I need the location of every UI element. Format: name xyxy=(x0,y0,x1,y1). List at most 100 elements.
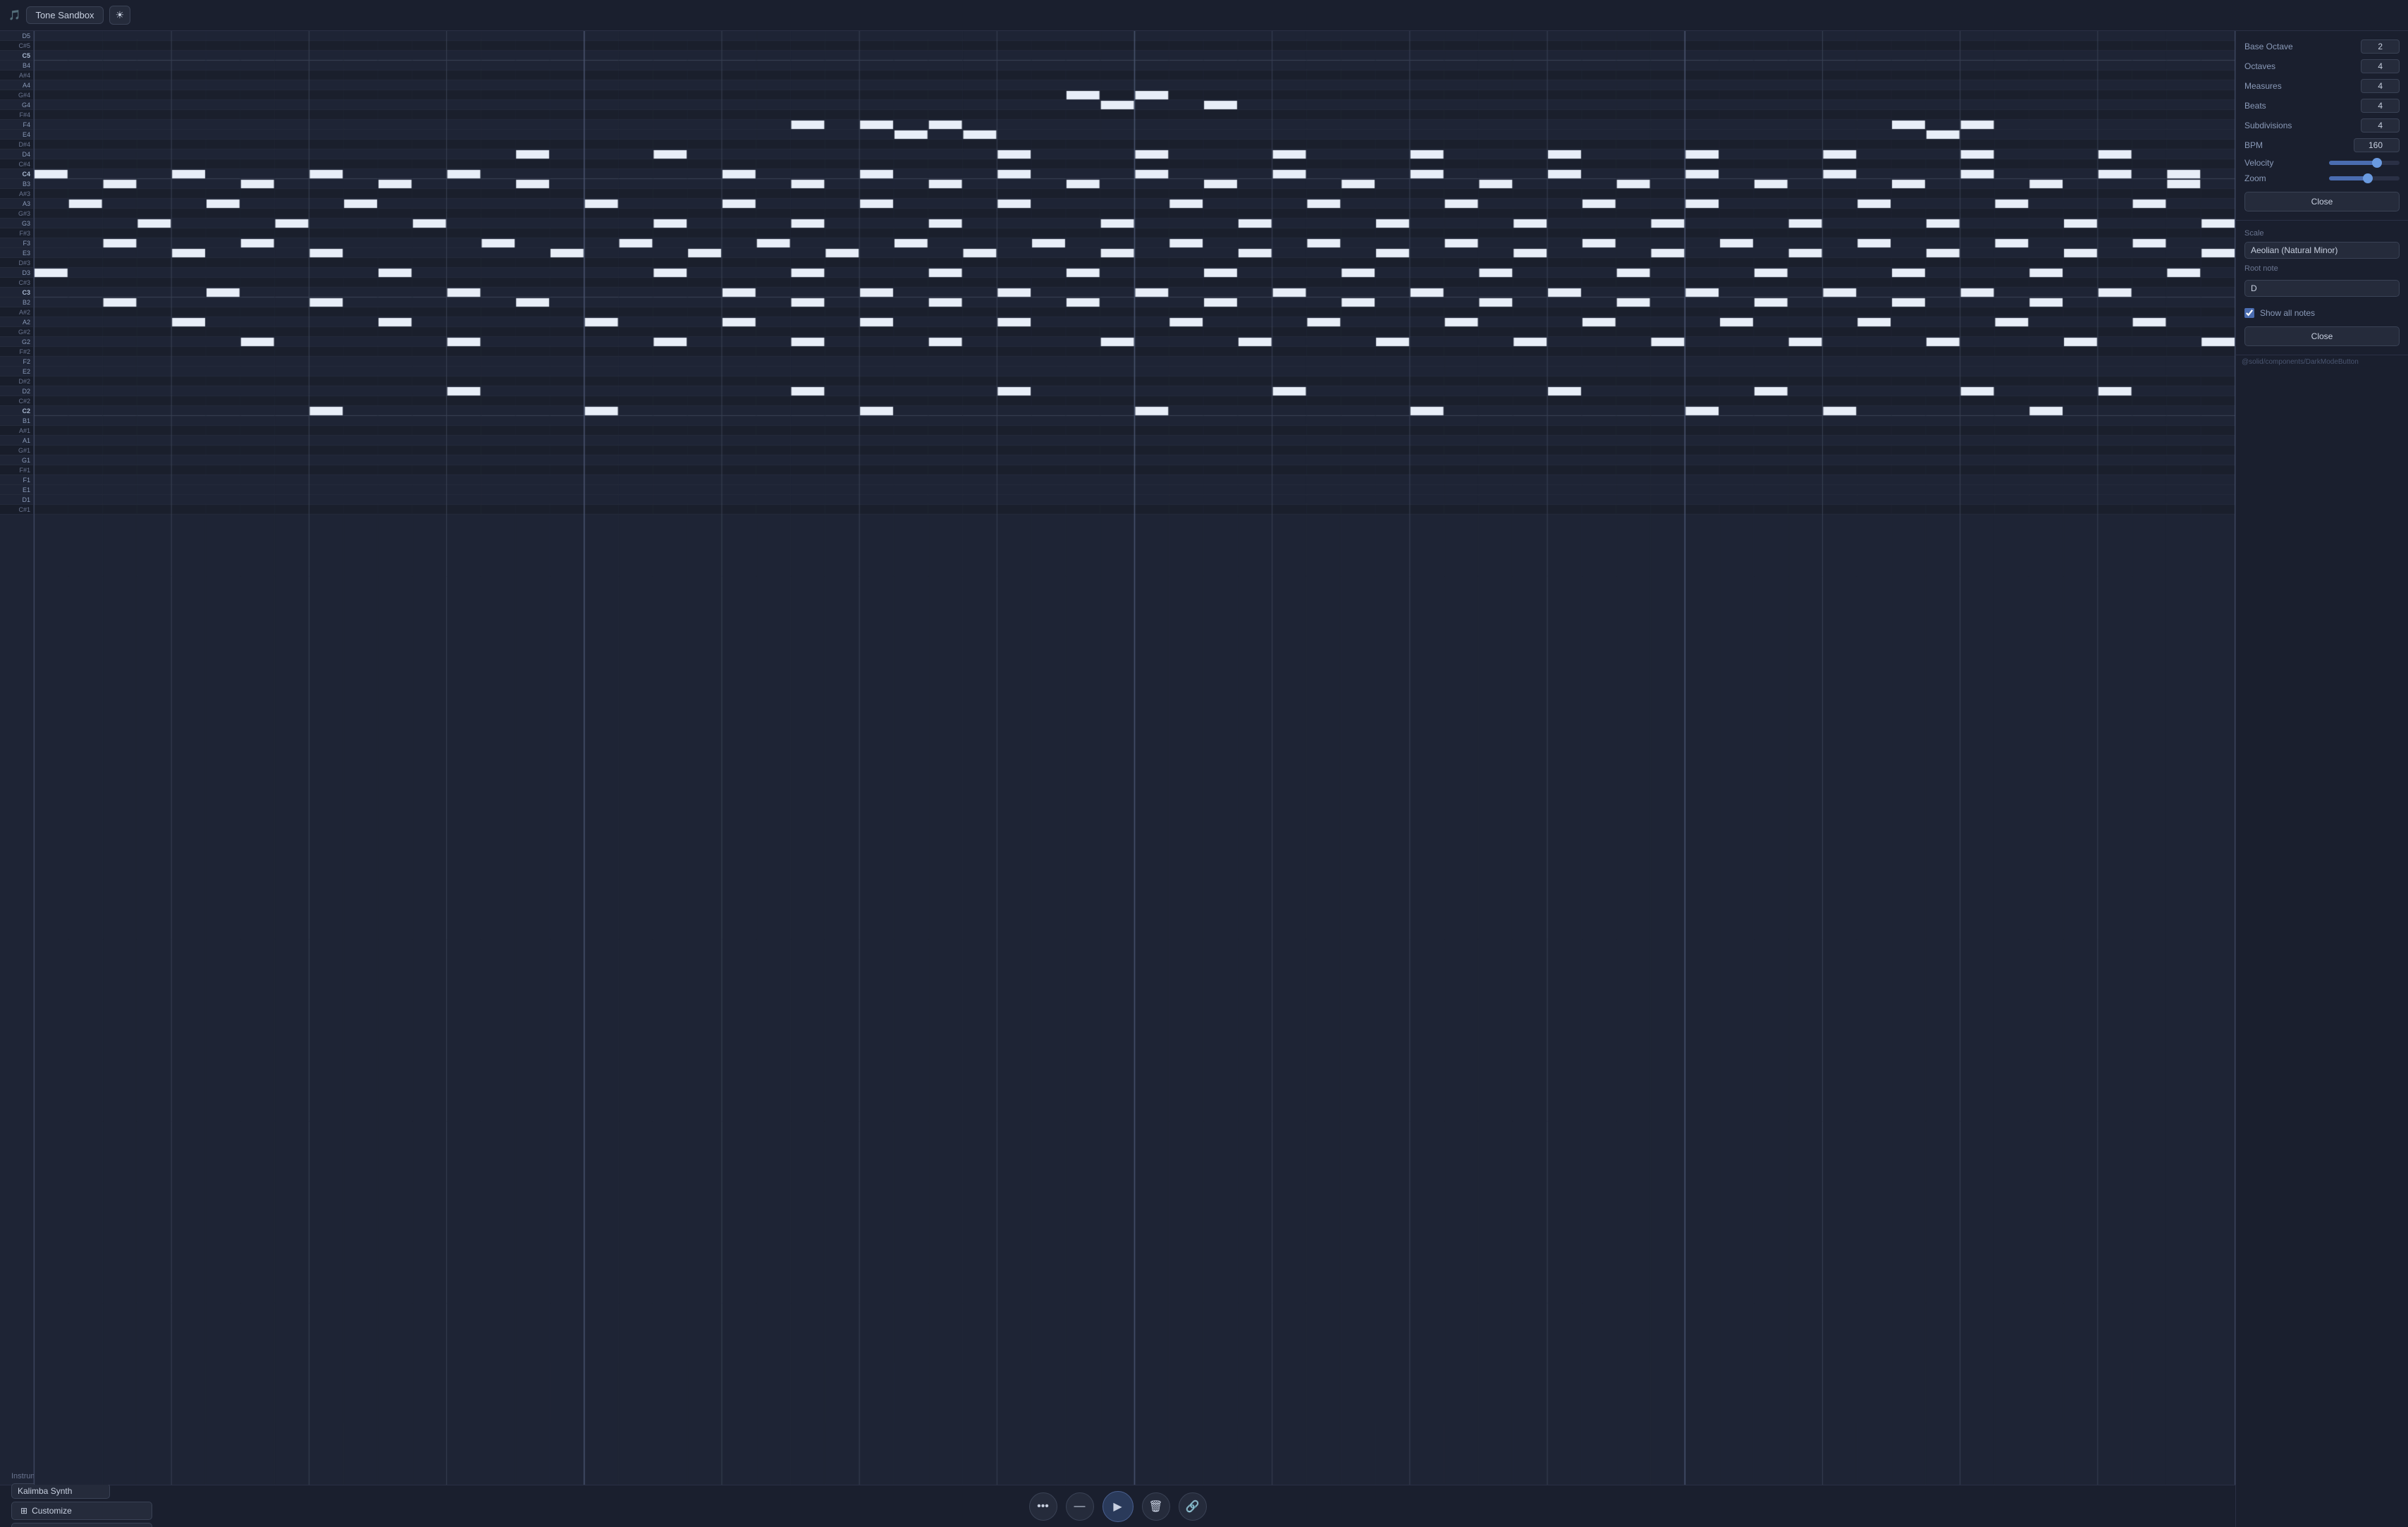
piano-roll-container: D5C#5C5B4A#4A4G#4G4F#4F4E4D#4D4C#4C4B3A#… xyxy=(0,31,2235,1527)
note-label: E2 xyxy=(0,367,33,376)
note-label: C#3 xyxy=(0,278,33,288)
note-label: B2 xyxy=(0,298,33,307)
note-label: D4 xyxy=(0,149,33,159)
beats-row: Beats xyxy=(2244,99,2400,113)
zoom-slider[interactable] xyxy=(2329,176,2400,180)
delete-button[interactable]: 🗑 xyxy=(1142,1492,1170,1521)
theme-toggle-button[interactable]: ☀ xyxy=(109,6,131,25)
show-all-notes-checkbox[interactable] xyxy=(2244,308,2254,318)
right-panel: Base Octave Octaves Measures Beats Subdi… xyxy=(2235,31,2408,1527)
main-layout: D5C#5C5B4A#4A4G#4G4F#4F4E4D#4D4C#4C4B3A#… xyxy=(0,31,2408,1527)
note-label: A#4 xyxy=(0,70,33,80)
app-title: Tone Sandbox xyxy=(26,6,103,24)
play-button[interactable]: ▶ xyxy=(1102,1491,1134,1522)
scale-label: Scale xyxy=(2244,229,2400,238)
note-label: B4 xyxy=(0,61,33,70)
note-label: B1 xyxy=(0,416,33,426)
minus-icon: — xyxy=(1074,1500,1086,1513)
base-octave-input[interactable] xyxy=(2361,39,2400,54)
note-label: D#3 xyxy=(0,258,33,268)
note-label: D2 xyxy=(0,386,33,396)
velocity-row: Velocity xyxy=(2244,158,2400,168)
note-label: B3 xyxy=(0,179,33,189)
note-label: G3 xyxy=(0,219,33,228)
note-label: E3 xyxy=(0,248,33,258)
instrument-select[interactable]: Kalimba Synth xyxy=(11,1483,110,1499)
note-label: C2 xyxy=(0,406,33,416)
note-label: F4 xyxy=(0,120,33,130)
scale-close-button[interactable]: Close xyxy=(2244,326,2400,346)
more-button[interactable]: ••• xyxy=(1029,1492,1057,1521)
note-label: E4 xyxy=(0,130,33,140)
note-label: A#1 xyxy=(0,426,33,436)
play-icon: ▶ xyxy=(1113,1500,1122,1514)
base-octave-label: Base Octave xyxy=(2244,42,2293,51)
note-label: D5 xyxy=(0,31,33,41)
note-label: D3 xyxy=(0,268,33,278)
note-label: D1 xyxy=(0,495,33,505)
note-label: C4 xyxy=(0,169,33,179)
note-label: F#3 xyxy=(0,228,33,238)
velocity-fill xyxy=(2329,161,2377,165)
root-note-select[interactable]: D C C# D# E F G A xyxy=(2244,280,2400,297)
note-label: D#4 xyxy=(0,140,33,149)
show-all-notes-row: Show all notes xyxy=(2244,308,2400,318)
octaves-input[interactable] xyxy=(2361,59,2400,73)
grid-area[interactable] xyxy=(34,31,2235,1485)
bpm-label: BPM xyxy=(2244,140,2263,150)
header: 🎵 Tone Sandbox ☀ xyxy=(0,0,2408,31)
velocity-label: Velocity xyxy=(2244,158,2273,168)
trash-icon: 🗑 xyxy=(1148,1500,1162,1514)
beats-label: Beats xyxy=(2244,101,2266,111)
instrument-buttons: ⊞ Customize Close xyxy=(11,1502,152,1527)
note-label: A2 xyxy=(0,317,33,327)
settings-close-button[interactable]: Close xyxy=(2244,192,2400,211)
root-note-label: Root note xyxy=(2244,264,2400,273)
octaves-row: Octaves xyxy=(2244,59,2400,73)
note-label: D#2 xyxy=(0,376,33,386)
subdivisions-input[interactable] xyxy=(2361,118,2400,133)
measures-input[interactable] xyxy=(2361,79,2400,93)
octaves-label: Octaves xyxy=(2244,61,2275,71)
customize-button[interactable]: ⊞ Customize xyxy=(11,1502,152,1520)
base-octave-row: Base Octave xyxy=(2244,39,2400,54)
note-label: F#1 xyxy=(0,465,33,475)
note-label: F#4 xyxy=(0,110,33,120)
note-label: E1 xyxy=(0,485,33,495)
note-label: A4 xyxy=(0,80,33,90)
velocity-slider[interactable] xyxy=(2329,161,2400,165)
velocity-thumb[interactable] xyxy=(2372,158,2382,168)
link-icon: 🔗 xyxy=(1186,1500,1200,1514)
zoom-row: Zoom xyxy=(2244,173,2400,183)
note-label: A3 xyxy=(0,199,33,209)
note-label: F#2 xyxy=(0,347,33,357)
note-label: C5 xyxy=(0,51,33,61)
bpm-input[interactable] xyxy=(2354,138,2400,152)
subdivisions-label: Subdivisions xyxy=(2244,121,2292,130)
more-icon: ••• xyxy=(1037,1500,1049,1513)
zoom-fill xyxy=(2329,176,2368,180)
note-label: C#1 xyxy=(0,505,33,515)
note-label: G#3 xyxy=(0,209,33,219)
note-label: A#2 xyxy=(0,307,33,317)
measures-label: Measures xyxy=(2244,81,2282,91)
music-icon: 🎵 xyxy=(8,9,20,21)
measures-row: Measures xyxy=(2244,79,2400,93)
note-label: G1 xyxy=(0,455,33,465)
note-label: G#1 xyxy=(0,446,33,455)
note-label: F1 xyxy=(0,475,33,485)
piano-roll-grid: D5C#5C5B4A#4A4G#4G4F#4F4E4D#4D4C#4C4B3A#… xyxy=(0,31,2235,1485)
bottom-toolbar: Instrument Kalimba Synth ⊞ Customize Clo… xyxy=(0,1485,2235,1527)
zoom-thumb[interactable] xyxy=(2363,173,2373,183)
playback-controls: ••• — ▶ 🗑 🔗 xyxy=(1029,1491,1207,1522)
root-note-section: Root note D C C# D# E F G A xyxy=(2244,264,2400,302)
settings-section: Base Octave Octaves Measures Beats Subdi… xyxy=(2236,31,2408,221)
beats-input[interactable] xyxy=(2361,99,2400,113)
link-button[interactable]: 🔗 xyxy=(1179,1492,1207,1521)
theme-icon: ☀ xyxy=(116,9,125,20)
scale-select[interactable]: Aeolian (Natural Minor) Major Minor Dori… xyxy=(2244,242,2400,259)
note-label: A#3 xyxy=(0,189,33,199)
minus-button[interactable]: — xyxy=(1066,1492,1094,1521)
close-instrument-button[interactable]: Close xyxy=(11,1523,152,1527)
scale-section: Scale Aeolian (Natural Minor) Major Mino… xyxy=(2236,221,2408,355)
